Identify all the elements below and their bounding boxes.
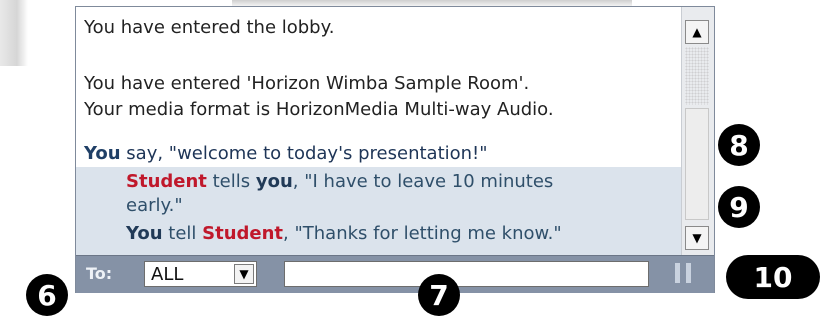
message-sender: Student xyxy=(126,171,207,192)
message-text: , "Thanks for letting me know." xyxy=(283,223,562,244)
message-recipient: you xyxy=(255,171,293,192)
message-log: You have entered the lobby. You have ent… xyxy=(76,7,682,255)
scroll-up-arrow-icon[interactable]: ▲ xyxy=(685,20,709,44)
private-message: Student tells you, "I have to leave 10 m… xyxy=(126,171,553,193)
recipient-select[interactable]: ALL ▼ xyxy=(144,261,257,287)
pause-icon[interactable] xyxy=(675,263,691,283)
callout-7: 7 xyxy=(418,274,460,316)
recipient-value: ALL xyxy=(151,264,184,285)
chat-input-bar: To: ALL ▼ xyxy=(76,255,714,293)
message-sender: You xyxy=(84,143,121,164)
message-text: say, "welcome to today's presentation!" xyxy=(120,143,488,164)
chat-window: You have entered the lobby. You have ent… xyxy=(75,6,715,293)
message-verb: tell xyxy=(162,223,203,244)
system-message: Your media format is HorizonMedia Multi-… xyxy=(84,99,554,120)
scroll-down-arrow-icon[interactable]: ▼ xyxy=(685,226,709,250)
scroll-track[interactable] xyxy=(685,47,709,105)
message-text: , "I have to leave 10 minutes xyxy=(292,171,554,192)
private-message-continued: early." xyxy=(126,195,183,216)
system-message: You have entered 'Horizon Wimba Sample R… xyxy=(84,73,530,94)
left-panel-edge xyxy=(0,0,28,66)
callout-6: 6 xyxy=(26,274,68,316)
message-scrollbar[interactable]: ▲ ▼ xyxy=(681,7,714,255)
private-message: You tell Student, "Thanks for letting me… xyxy=(126,223,562,245)
recipient-label: To: xyxy=(86,264,113,283)
chevron-down-icon[interactable]: ▼ xyxy=(234,264,254,284)
pause-bar xyxy=(686,263,691,283)
message-verb: tells xyxy=(206,171,256,192)
callout-10: 10 xyxy=(726,255,820,299)
chat-message-input[interactable] xyxy=(284,261,649,287)
scroll-thumb[interactable] xyxy=(685,108,709,220)
callout-8: 8 xyxy=(718,124,760,166)
message-recipient: Student xyxy=(202,223,284,244)
message-sender: You xyxy=(126,223,163,244)
system-message: You have entered the lobby. xyxy=(84,17,335,38)
pause-bar xyxy=(675,263,680,283)
chat-message-say: You say, "welcome to today's presentatio… xyxy=(84,143,488,165)
callout-9: 9 xyxy=(718,186,760,228)
